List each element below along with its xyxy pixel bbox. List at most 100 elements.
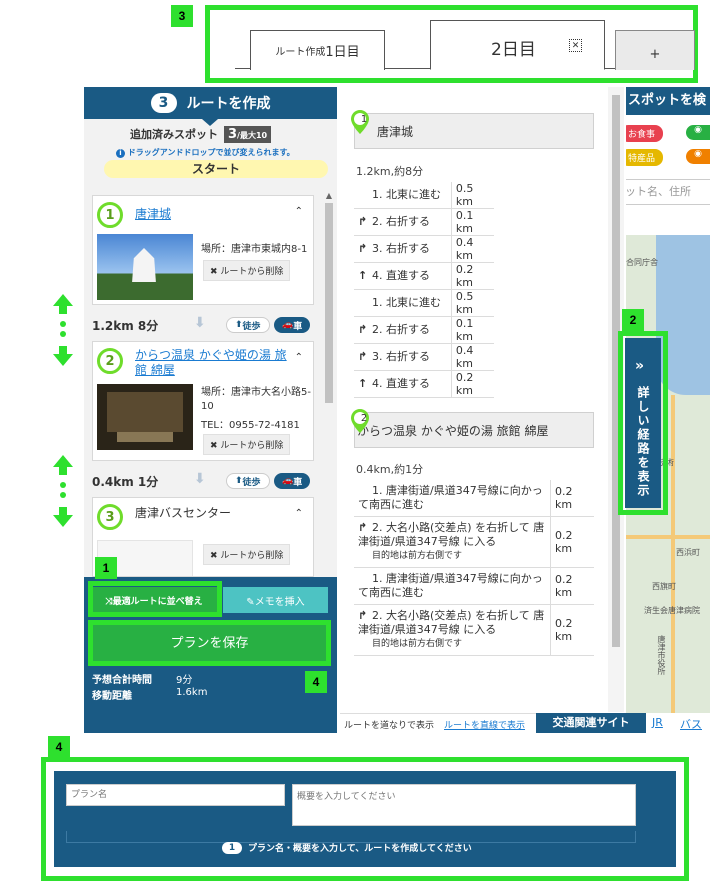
collapse-icon-1[interactable]: ⌃	[295, 206, 303, 217]
direction-step: ↑ 4. 直進する 0.2 km	[354, 262, 494, 290]
direction-step: ↱ 2. 大名小路(交差点) を右折して 唐津街道/県道347号線 に入る 目的地は…	[354, 604, 594, 656]
direction-text-cell: 1. 北東に進む	[354, 182, 452, 209]
added-spots-row: 追加済みスポット 3/最大10	[130, 125, 272, 143]
plan-summary-textarea[interactable]	[292, 784, 636, 826]
count-max: /最大10	[237, 130, 268, 140]
step-number-badge: 3	[150, 93, 177, 113]
tab-day2[interactable]: 2日目 ✕	[430, 20, 605, 70]
direction-text-cell: ↑ 4. 直進する	[354, 262, 452, 290]
close-icon: ✖	[210, 441, 221, 451]
hint-text: プラン名・概要を入力して、ルートを作成してください	[248, 844, 472, 854]
show-detailed-route-button[interactable]: » 詳しい経路を表示	[625, 338, 661, 508]
direction-text-cell: ↱ 2. 右折する	[354, 316, 452, 344]
tag-food[interactable]: お食事	[626, 125, 664, 142]
destination-header-2: 2 からつ温泉 かぐや姫の湯 旅館 綿屋	[351, 409, 594, 448]
remove-label: ルートから削除	[220, 551, 284, 561]
direction-text: 4. 直進する	[372, 377, 430, 390]
spot-card-3[interactable]: 3 唐津バスセンター ⌃ ✖ ルートから削除	[92, 497, 314, 577]
direction-step: 1. 北東に進む 0.5 km	[354, 289, 494, 317]
direction-text-cell: ↱ 2. 大名小路(交差点) を右折して 唐津街道/県道347号線 に入る 目的地は…	[354, 604, 551, 656]
direction-distance: 0.2 km	[550, 516, 594, 568]
car-button-1[interactable]: 🚗 車	[274, 317, 311, 333]
arrow-down-icon: ⬇	[194, 315, 206, 331]
drag-hint: i ドラッグアンドドロップで並び変えられます。	[116, 147, 295, 158]
straight-route-link[interactable]: ルートを直線で表示	[444, 718, 525, 731]
direction-text: 1. 北東に進む	[372, 188, 441, 201]
tag-specialty[interactable]: 特産品	[626, 149, 664, 166]
direction-distance: 0.2 km	[450, 370, 494, 398]
pencil-icon: ✎	[246, 596, 255, 608]
direction-text: 4. 直進する	[372, 269, 430, 282]
direction-step: ↱ 3. 右折する 0.4 km	[354, 235, 494, 263]
car-label: 車	[293, 477, 303, 488]
close-icon[interactable]: ✕	[569, 39, 582, 52]
direction-distance: 0.4 km	[450, 343, 494, 371]
tab-day1-label: 1日目	[325, 45, 360, 60]
location-icon[interactable]: ◉	[686, 149, 710, 164]
direction-text: 1. 唐津街道/県道347号線に向かって南西に進む	[358, 484, 543, 511]
drag-arrows-1	[52, 294, 74, 366]
scroll-thumb[interactable]	[325, 203, 333, 403]
direction-text-cell: ↱ 2. 大名小路(交差点) を右折して 唐津街道/県道347号線 に入る 目的地は…	[354, 516, 551, 568]
remove-spot-button-3[interactable]: ✖ ルートから削除	[203, 544, 291, 565]
plan-name-input[interactable]	[66, 784, 285, 806]
hint-number: 1	[222, 841, 242, 854]
remove-label: ルートから削除	[220, 267, 284, 277]
spot-card-1[interactable]: 1 唐津城 ⌃ 場所：唐津市東城内8-1 ✖ ルートから削除	[92, 195, 314, 305]
spot-address-1: 場所：唐津市東城内8-1	[201, 244, 308, 255]
turn-right-icon: ↱	[358, 323, 368, 336]
straight-arrow-icon: ↑	[358, 269, 368, 282]
spot-name-2[interactable]: からつ温泉 かぐや姫の湯 旅館 綿屋	[135, 348, 293, 378]
collapse-icon-3[interactable]: ⌃	[295, 508, 303, 519]
map-label: 唐津市役所	[657, 635, 666, 675]
tab-day2-label: 2日目	[491, 40, 536, 60]
spot-card-2[interactable]: 2 からつ温泉 かぐや姫の湯 旅館 綿屋 ⌃ 場所：唐津市大名小路5-10 TE…	[92, 341, 314, 461]
car-button-2[interactable]: 🚗 車	[274, 473, 311, 489]
bus-link[interactable]: バス	[680, 716, 702, 732]
direction-distance: 0.2 km	[450, 262, 494, 290]
remove-spot-button-2[interactable]: ✖ ルートから削除	[203, 434, 291, 455]
route-detail-panel: 1 唐津城 1.2km,約8分 1. 北東に進む 0.5 km ↱ 2. 右折する 0.…	[340, 87, 626, 733]
spots-scrollbar[interactable]: ▲	[323, 191, 335, 576]
remove-spot-button-1[interactable]: ✖ ルートから削除	[203, 260, 291, 281]
memo-label: メモを挿入	[254, 596, 305, 608]
traffic-sites-button[interactable]: 交通関連サイト	[536, 713, 646, 733]
remove-label: ルートから削除	[220, 441, 284, 451]
callout-box-save	[88, 620, 331, 666]
walk-button-1[interactable]: ⬆ 徒歩	[226, 317, 270, 333]
direction-text: 2. 右折する	[372, 215, 430, 228]
scroll-up-icon[interactable]: ▲	[323, 191, 335, 200]
drag-arrows-2	[52, 455, 74, 527]
spot-number-2: 2	[97, 348, 123, 374]
direction-distance: 0.2 km	[550, 604, 594, 656]
insert-memo-button[interactable]: ✎メモを挿入	[223, 587, 328, 613]
destination-name-1: 唐津城	[377, 124, 414, 139]
direction-step: 1. 唐津街道/県道347号線に向かって南西に進む 0.2 km	[354, 567, 594, 605]
direction-step: ↱ 2. 右折する 0.1 km	[354, 316, 494, 344]
direction-distance: 0.4 km	[450, 235, 494, 263]
spot-name-1[interactable]: 唐津城	[135, 205, 171, 222]
direction-step: ↱ 3. 右折する 0.4 km	[354, 343, 494, 371]
leg-1: 1.2km 8分 ⬇ ⬆ 徒歩 🚗 車	[92, 315, 316, 335]
map-label: 合同庁舎	[626, 258, 658, 267]
turn-right-icon: ↱	[358, 350, 368, 363]
pin-number-1: 1	[360, 114, 368, 125]
total-time-label: 予想合計時間	[92, 675, 152, 686]
leg-2: 0.4km 1分 ⬇ ⬆ 徒歩 🚗 車	[92, 471, 316, 491]
tab-day1[interactable]: ルート作成 1日目	[250, 30, 385, 70]
total-time-value: 9分	[176, 675, 193, 686]
direction-text: 1. 北東に進む	[372, 296, 441, 309]
walk-button-2[interactable]: ⬆ 徒歩	[226, 473, 270, 489]
map-search-input[interactable]: ット名、住所	[626, 179, 710, 205]
leg-distance-2: 0.4km 1分	[92, 475, 159, 489]
close-icon: ✖	[210, 267, 221, 277]
turn-right-icon: ↱	[358, 215, 368, 228]
add-tab-button[interactable]: +	[615, 30, 695, 70]
collapse-icon-2[interactable]: ⌃	[295, 352, 303, 363]
straight-arrow-icon: ↑	[358, 377, 368, 390]
close-icon: ✖	[210, 551, 221, 561]
jr-link[interactable]: JR	[652, 716, 663, 729]
start-label: スタート	[104, 160, 328, 178]
location-icon[interactable]: ◉	[686, 125, 710, 140]
distance-label: 移動距離	[92, 691, 132, 702]
